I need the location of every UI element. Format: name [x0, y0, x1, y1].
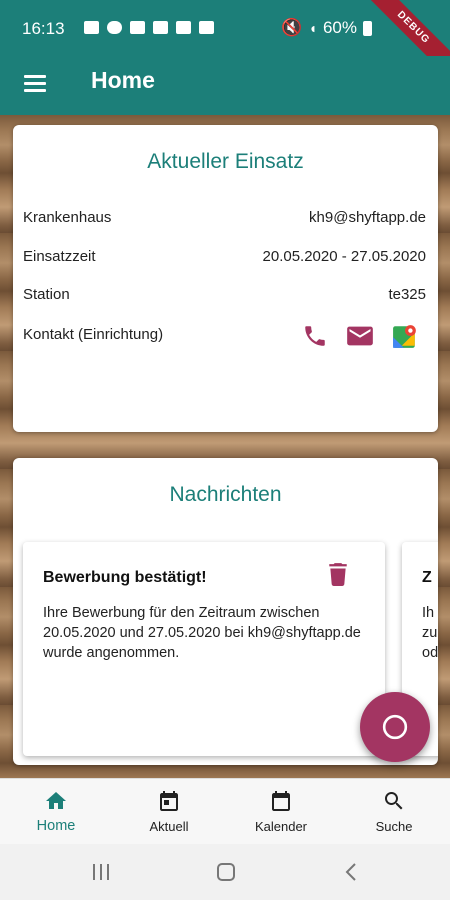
message-icon [84, 21, 99, 34]
message-card[interactable]: Bewerbung bestätigt! Ihre Bewerbung für … [23, 542, 385, 756]
recent-apps-icon[interactable] [86, 858, 116, 886]
period-label: Einsatzzeit [23, 248, 96, 265]
station-label: Station [23, 286, 70, 303]
status-time: 16:13 [22, 19, 65, 38]
nav-home[interactable]: Home [6, 779, 106, 845]
status-bar: 16:13 🔇 ◖ 60% DEBUG [0, 0, 450, 89]
nav-label: Kalender [254, 819, 308, 834]
wifi-icon: ◖ [308, 20, 317, 36]
phone-icon[interactable] [302, 323, 328, 349]
mute-icon: 🔇 [281, 18, 303, 37]
message-body: Ih zu od [422, 605, 438, 661]
nav-suche[interactable]: Suche [344, 779, 444, 845]
app-icon [130, 21, 145, 34]
nav-aktuell[interactable]: Aktuell [119, 779, 219, 845]
calendar-today-icon [160, 791, 178, 811]
period-value: 20.05.2020 - 27.05.2020 [262, 248, 426, 265]
calendar-icon [272, 791, 290, 811]
contact-actions [302, 323, 418, 349]
image-icon [199, 21, 214, 34]
back-icon[interactable] [337, 858, 367, 886]
app-bar: Home [0, 56, 450, 115]
current-assignment-card: Aktueller Einsatz Krankenhaus kh9@shyfta… [13, 125, 438, 432]
home-icon [46, 792, 66, 809]
fab-button[interactable] [360, 692, 430, 762]
twitch-icon [176, 21, 191, 34]
bottom-navigation: Home Aktuell Kalender Suche [0, 778, 450, 844]
message-title: Z [422, 569, 432, 586]
nav-kalender[interactable]: Kalender [231, 779, 331, 845]
message-title: Bewerbung bestätigt! [43, 569, 207, 586]
nav-label: Aktuell [149, 819, 189, 834]
maps-icon[interactable] [392, 323, 418, 349]
nav-label: Suche [375, 819, 413, 834]
nav-label: Home [36, 818, 76, 834]
battery-percent: 60% [322, 18, 357, 37]
moon-icon [382, 714, 408, 740]
system-navigation [0, 844, 450, 900]
search-icon [385, 792, 403, 810]
battery-icon [363, 20, 372, 36]
notification-icons [84, 21, 214, 34]
card-title: Nachrichten [169, 483, 282, 506]
contact-label: Kontakt (Einrichtung) [23, 326, 164, 343]
mail-icon[interactable] [346, 324, 374, 348]
status-right: 🔇 ◖ 60% [281, 18, 372, 38]
message-body: Ihre Bewerbung für den Zeitraum zwischen… [43, 605, 361, 661]
page-title: Home [91, 67, 155, 93]
hospital-value: kh9@shyftapp.de [309, 209, 426, 226]
card-title: Aktueller Einsatz [147, 150, 304, 173]
home-button-icon[interactable] [211, 858, 241, 886]
delete-icon[interactable] [327, 562, 349, 586]
menu-icon[interactable] [22, 70, 50, 98]
station-value: te325 [388, 286, 426, 303]
hospital-label: Krankenhaus [23, 209, 112, 226]
mail-notification-icon [153, 21, 168, 34]
reddit-icon [107, 21, 122, 34]
